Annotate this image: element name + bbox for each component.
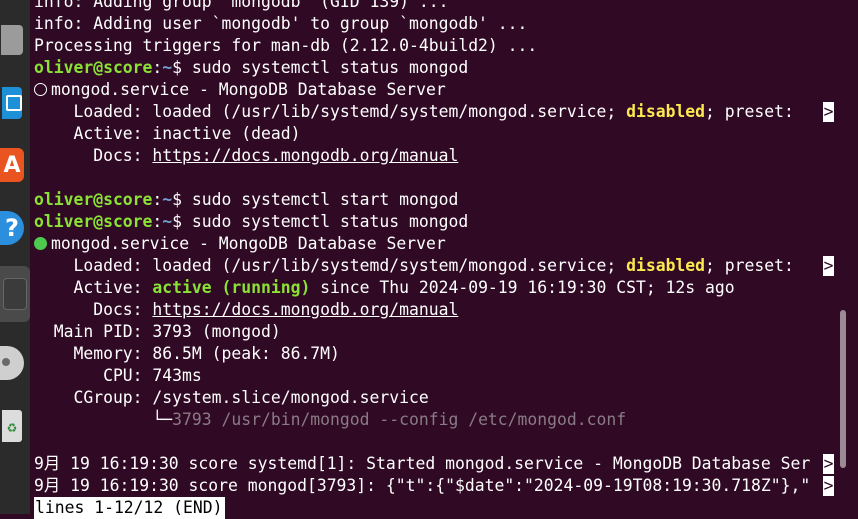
loaded-label: Loaded: [34,256,153,275]
preset-label: ; preset: [705,256,804,275]
truncation-marker: > [823,476,834,496]
prompt-dollar: $ [172,58,192,77]
app-center-launcher[interactable]: A [0,145,24,185]
files-icon [1,25,23,55]
prompt-separator: : [152,58,163,77]
help-app-launcher[interactable]: ? [0,208,24,248]
docs-line: Docs: https://docs.mongodb.org/manual [34,299,858,321]
terminal-icon [3,278,27,310]
tree-branch: └─ [34,410,173,429]
dvd-icon [0,346,24,380]
truncation-marker: > [823,102,834,122]
active-line: Active: active (running) since Thu 2024-… [34,277,858,299]
loaded-value: loaded (/usr/lib/systemd/system/mongod.s… [152,256,627,275]
main-pid-line: Main PID: 3793 (mongod) [34,322,281,341]
log-line: 9月 19 16:19:30 score systemd[1]: Started… [34,453,858,475]
loaded-line: Loaded: loaded (/usr/lib/systemd/system/… [34,101,858,123]
log-text: 9月 19 16:19:30 score mongod[3793]: {"t":… [34,476,811,495]
service-title: mongod.service - MongoDB Database Server [51,234,446,253]
pager-status-line: lines 1-12/12 (END) [34,497,858,519]
prompt-user: oliver@score [34,190,153,209]
command-text: sudo systemctl status mongod [191,58,469,77]
terminal-output[interactable]: info: Adding group `mongodb' (GID 139) .… [34,0,858,519]
cgroup-line: CGroup: /system.slice/mongod.service [34,388,429,407]
active-running-value: active (running) [152,278,311,297]
memory-line: Memory: 86.5M (peak: 86.7M) [34,344,340,363]
prompt-path: ~ [162,58,173,77]
command-text: sudo systemctl status mongod [191,212,469,231]
active-label: Active: [34,124,153,143]
loaded-line: Loaded: loaded (/usr/lib/systemd/system/… [34,255,858,277]
writer-icon [2,87,22,119]
prompt-separator: : [152,190,163,209]
prompt-path: ~ [162,212,173,231]
app-center-icon: A [0,148,24,182]
prompt-line: oliver@score:~$ sudo systemctl status mo… [34,57,858,79]
output-line: info: Adding group `mongodb' (GID 139) .… [34,0,449,11]
pager-status: lines 1-12/12 (END) [34,497,225,519]
files-app-launcher[interactable] [0,20,24,60]
disabled-flag: disabled [626,102,706,121]
active-since: since Thu 2024-09-19 16:19:30 CST; 12s a… [310,278,735,297]
truncation-marker: > [823,454,834,474]
prompt-user: oliver@score [34,58,153,77]
command-text: sudo systemctl start mongod [191,190,459,209]
dock: A ? ♻ [0,0,30,514]
docs-line: Docs: https://docs.mongodb.org/manual [34,145,858,167]
trash-icon: ♻ [2,410,22,442]
prompt-dollar: $ [172,212,192,231]
prompt-path: ~ [162,190,173,209]
service-header-line: mongod.service - MongoDB Database Server [34,79,858,101]
preset-label: ; preset: [705,102,804,121]
truncation-marker: > [823,256,834,276]
docs-label: Docs: [34,146,153,165]
docs-link[interactable]: https://docs.mongodb.org/manual [152,146,458,165]
inactive-status-dot-icon [34,83,47,96]
active-label: Active: [34,278,153,297]
dvd-drive-launcher[interactable] [0,343,24,383]
active-line: Active: inactive (dead) [34,123,858,145]
loaded-label: Loaded: [34,102,153,121]
service-title: mongod.service - MongoDB Database Server [51,80,446,99]
output-line: Processing triggers for man-db (2.12.0-4… [34,36,538,55]
docs-link[interactable]: https://docs.mongodb.org/manual [152,300,458,319]
output-line: info: Adding user `mongodb' to group `mo… [34,14,528,33]
help-icon: ? [0,211,24,245]
service-header-line: mongod.service - MongoDB Database Server [34,233,858,255]
active-status-dot-icon [34,237,47,250]
log-text: 9月 19 16:19:30 score systemd[1]: Started… [34,454,811,473]
loaded-value: loaded (/usr/lib/systemd/system/mongod.s… [152,102,627,121]
prompt-line: oliver@score:~$ sudo systemctl status mo… [34,211,858,233]
disabled-flag: disabled [626,256,706,275]
log-line: 9月 19 16:19:30 score mongod[3793]: {"t":… [34,475,858,497]
prompt-separator: : [152,212,163,231]
active-value: inactive (dead) [152,124,301,143]
prompt-user: oliver@score [34,212,153,231]
scrollbar-thumb[interactable] [840,310,846,468]
trash-launcher[interactable]: ♻ [0,406,24,446]
prompt-line: oliver@score:~$ sudo systemctl start mon… [34,189,858,211]
writer-app-launcher[interactable] [0,83,24,123]
terminal-app-launcher[interactable] [0,266,30,322]
cpu-line: CPU: 743ms [34,366,202,385]
process-entry: 3793 /usr/bin/mongod --config /etc/mongo… [172,410,627,429]
prompt-dollar: $ [172,190,192,209]
process-tree-line: └─3793 /usr/bin/mongod --config /etc/mon… [34,409,858,431]
docs-label: Docs: [34,300,153,319]
